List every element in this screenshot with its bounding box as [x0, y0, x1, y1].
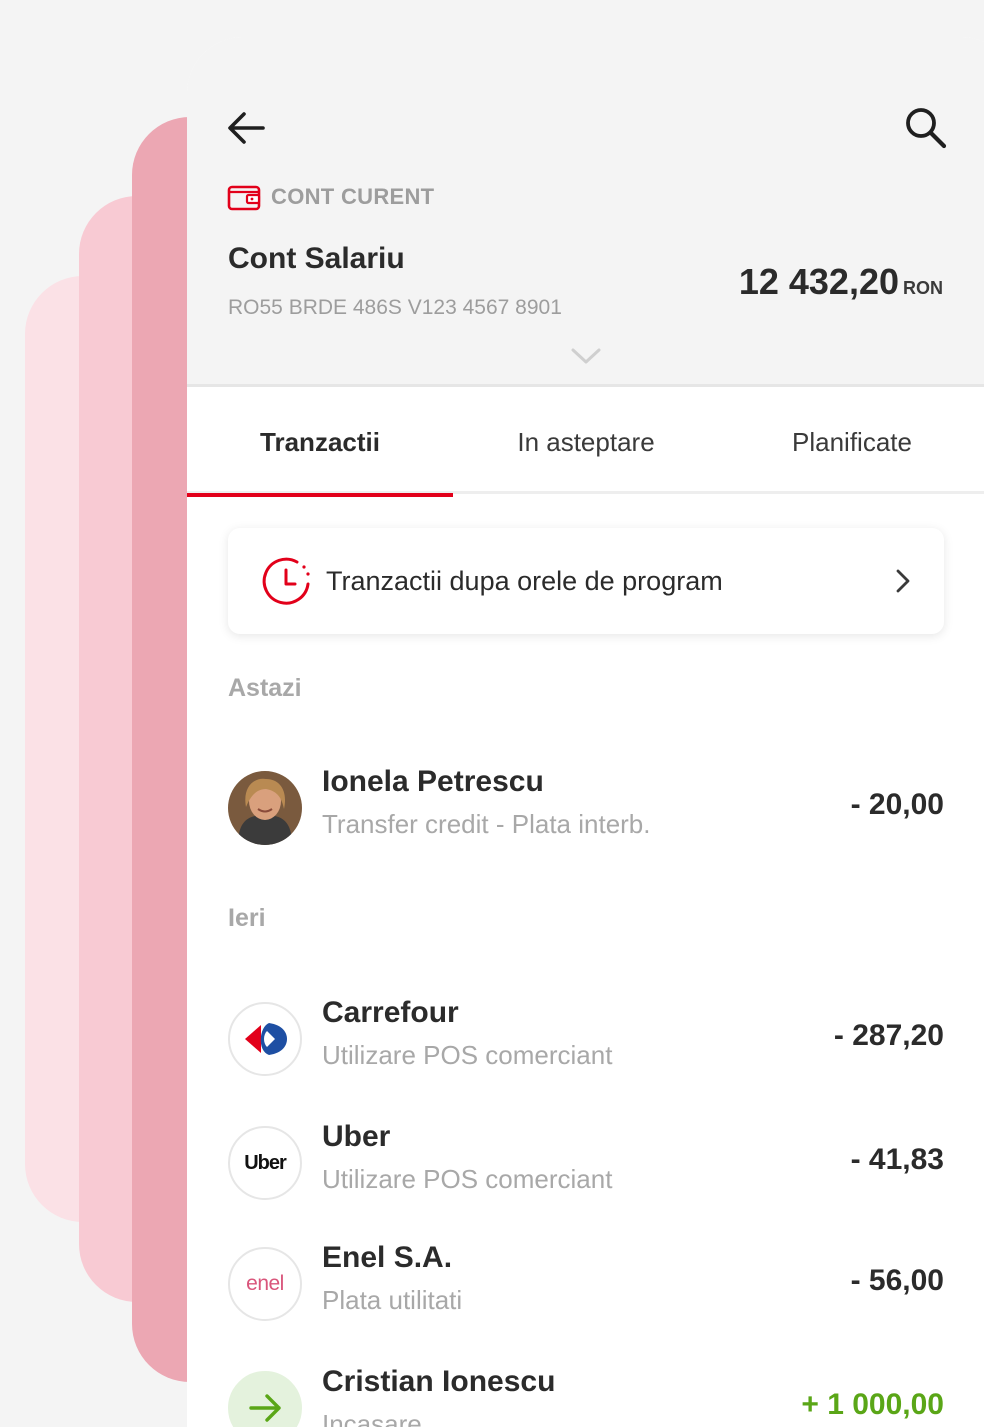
transaction-row[interactable]: Carrefour Utilizare POS comerciant - 287…	[228, 994, 944, 1084]
transaction-description: Utilizare POS comerciant	[322, 1040, 613, 1070]
after-hours-banner[interactable]: Tranzactii dupa orele de program	[228, 528, 944, 634]
tab-tranzactii[interactable]: Tranzactii	[187, 390, 453, 497]
enel-logo-icon: enel	[228, 1247, 302, 1321]
tab-planificate[interactable]: Planificate	[719, 390, 984, 494]
transaction-amount: + 1 000,00	[801, 1388, 944, 1421]
section-header-today: Astazi	[228, 674, 302, 702]
transaction-row[interactable]: enel Enel S.A. Plata utilitati - 56,00	[228, 1239, 944, 1329]
transaction-row[interactable]: Ionela Petrescu Transfer credit - Plata …	[228, 763, 944, 853]
person-photo-icon	[228, 771, 302, 845]
chevron-down-icon[interactable]	[569, 345, 603, 367]
account-type: CONT CURENT	[227, 182, 434, 212]
transaction-row[interactable]: Uber Uber Utilizare POS comerciant - 41,…	[228, 1118, 944, 1208]
account-name: Cont Salariu	[228, 242, 405, 275]
person-avatar	[228, 771, 302, 845]
account-iban: RO55 BRDE 486S V123 4567 8901	[228, 296, 562, 319]
clock-icon	[262, 557, 310, 605]
screen: CONT CURENT Cont Salariu RO55 BRDE 486S …	[0, 0, 984, 1427]
tab-in-asteptare[interactable]: In asteptare	[453, 390, 719, 494]
uber-logo-icon: Uber	[228, 1126, 302, 1200]
transaction-amount: - 56,00	[850, 1264, 944, 1297]
transaction-name: Ionela Petrescu	[322, 765, 544, 798]
balance-amount: 12 432,20	[738, 261, 899, 302]
transaction-name: Carrefour	[322, 996, 459, 1029]
banner-label: Tranzactii dupa orele de program	[326, 565, 723, 596]
transaction-description: Plata utilitati	[322, 1285, 463, 1315]
incoming-arrow-icon	[228, 1371, 302, 1427]
chevron-right-icon	[896, 569, 910, 593]
transaction-name: Cristian Ionescu	[322, 1365, 556, 1398]
transaction-description: Utilizare POS comerciant	[322, 1164, 613, 1194]
transaction-amount: - 41,83	[850, 1143, 944, 1176]
transaction-tabs: Tranzactii In asteptare Planificate	[187, 390, 984, 497]
balance-currency: RON	[903, 278, 943, 298]
transaction-amount: - 20,00	[850, 788, 944, 821]
wallet-icon	[227, 185, 261, 211]
transaction-amount: - 287,20	[833, 1019, 944, 1052]
transaction-name: Uber	[322, 1120, 391, 1153]
carrefour-logo-icon	[228, 1002, 302, 1076]
uber-logo-text: Uber	[244, 1151, 287, 1174]
back-arrow-icon[interactable]	[225, 107, 267, 149]
account-screen: CONT CURENT Cont Salariu RO55 BRDE 486S …	[187, 37, 984, 1427]
search-icon[interactable]	[903, 105, 949, 151]
account-type-label: CONT CURENT	[271, 184, 435, 209]
transaction-description: Transfer credit - Plata interb.	[322, 809, 651, 839]
transaction-name: Enel S.A.	[322, 1241, 453, 1274]
enel-logo-text: enel	[246, 1272, 284, 1295]
account-balance: 12 432,20 RON	[739, 261, 943, 303]
transaction-description: Incasare	[322, 1409, 422, 1427]
account-header: CONT CURENT Cont Salariu RO55 BRDE 486S …	[187, 37, 984, 387]
transaction-row[interactable]: Cristian Ionescu Incasare + 1 000,00	[228, 1363, 944, 1427]
section-header-yesterday: Ieri	[228, 904, 266, 932]
